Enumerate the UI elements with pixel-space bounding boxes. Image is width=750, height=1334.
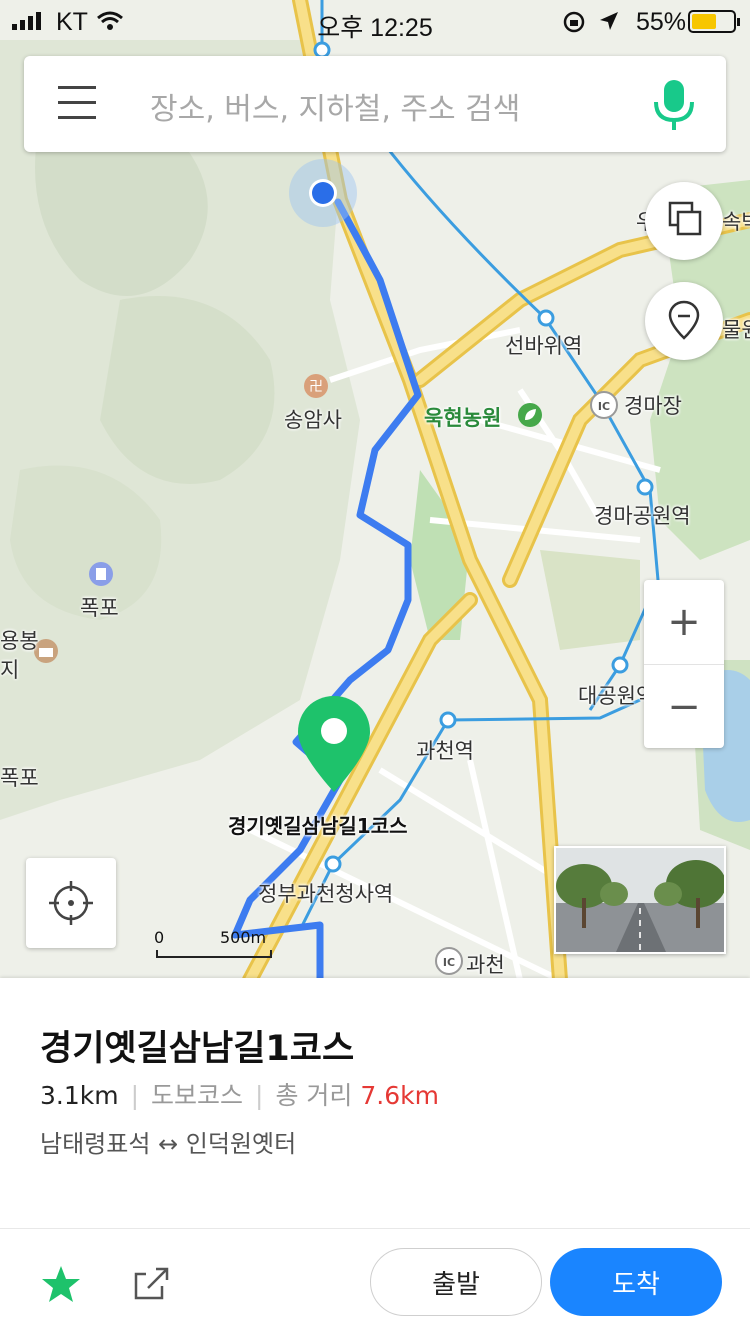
route-length: 3.1km [40,1081,119,1110]
crosshair-icon [49,881,93,925]
map-label-edge: 폭포 [0,766,39,790]
ic-icon: IC [435,947,463,975]
map-label-ic[interactable]: 경마장 [624,390,682,420]
meta-divider: | [255,1081,264,1110]
map-label-edge: 물원 [722,318,750,342]
temple-icon: 卍 [304,374,328,398]
park-leaf-icon [518,403,542,427]
menu-icon[interactable] [58,86,96,122]
svg-text:卍: 卍 [309,379,323,395]
set-start-button[interactable]: 출발 [370,1248,542,1316]
street-view-thumbnail[interactable] [554,846,726,954]
location-pin-outline-icon [668,300,700,340]
map-label-edge: 지 [0,658,20,682]
star-icon[interactable] [40,1264,82,1304]
set-destination-button[interactable]: 도착 [550,1248,722,1316]
route-endpoints: 남태령표석 ↔ 인덕원옛터 [40,1130,297,1158]
map-label-edge: 속박 [722,210,750,234]
zoom-out-button[interactable]: − [644,664,724,749]
svg-text:IC: IC [443,956,455,969]
current-location-icon [289,159,357,227]
battery-percent: 55% [635,8,686,36]
share-icon[interactable] [132,1264,172,1304]
layers-icon [668,201,702,236]
panel-divider [0,1228,750,1229]
search-bar[interactable]: 장소, 버스, 지하철, 주소 검색 [24,56,726,152]
mic-icon[interactable] [652,78,696,134]
zoom-in-button[interactable]: + [644,580,724,664]
map-label-station[interactable]: 경마공원역 [594,500,691,530]
search-input[interactable]: 장소, 버스, 지하철, 주소 검색 [150,84,520,128]
street-view-image [556,848,724,952]
battery-icon [688,10,740,33]
waterfall-icon [89,562,113,586]
map-label-poi[interactable]: 폭포 [80,592,119,622]
map-label-station[interactable]: 과천역 [416,735,474,765]
meta-divider: | [130,1081,140,1110]
map-label-ic[interactable]: 과천 [466,949,505,978]
route-info-panel: 경기옛길삼남길1코스 3.1km | 도보코스 | 총 거리 7.6km 남태령표석 ↔… [0,978,750,1334]
total-distance-value: 7.6km [360,1081,439,1110]
scale-distance: 500m [220,928,267,947]
layers-button[interactable] [645,182,723,260]
route-title: 경기옛길삼남길1코스 [40,1029,355,1069]
ic-icon: IC [590,391,618,419]
status-bar: KT 오후 12:25 55% [0,0,750,42]
route-meta: 3.1km | 도보코스 | 총 거리 7.6km [40,1076,439,1112]
map-label-poi[interactable]: 송암사 [284,404,342,434]
map-label-station[interactable]: 선바위역 [505,330,582,360]
rotation-lock-icon [563,11,585,33]
my-places-button[interactable] [645,282,723,360]
total-distance-label: 총 거리 [275,1081,353,1110]
locate-me-button[interactable] [26,858,116,948]
map-label-park[interactable]: 욱현농원 [424,402,501,432]
svg-text:IC: IC [598,400,610,413]
scale-zero: 0 [154,928,165,947]
destination-pin-icon[interactable] [296,694,372,794]
map-label-edge: 용봉 [0,629,39,653]
route-category: 도보코스 [151,1081,244,1110]
location-arrow-icon [600,12,618,30]
map-label-station[interactable]: 정부과천청사역 [258,878,393,908]
zoom-control: + − [644,580,724,748]
map-label-route[interactable]: 경기옛길삼남길1코스 [228,810,408,839]
